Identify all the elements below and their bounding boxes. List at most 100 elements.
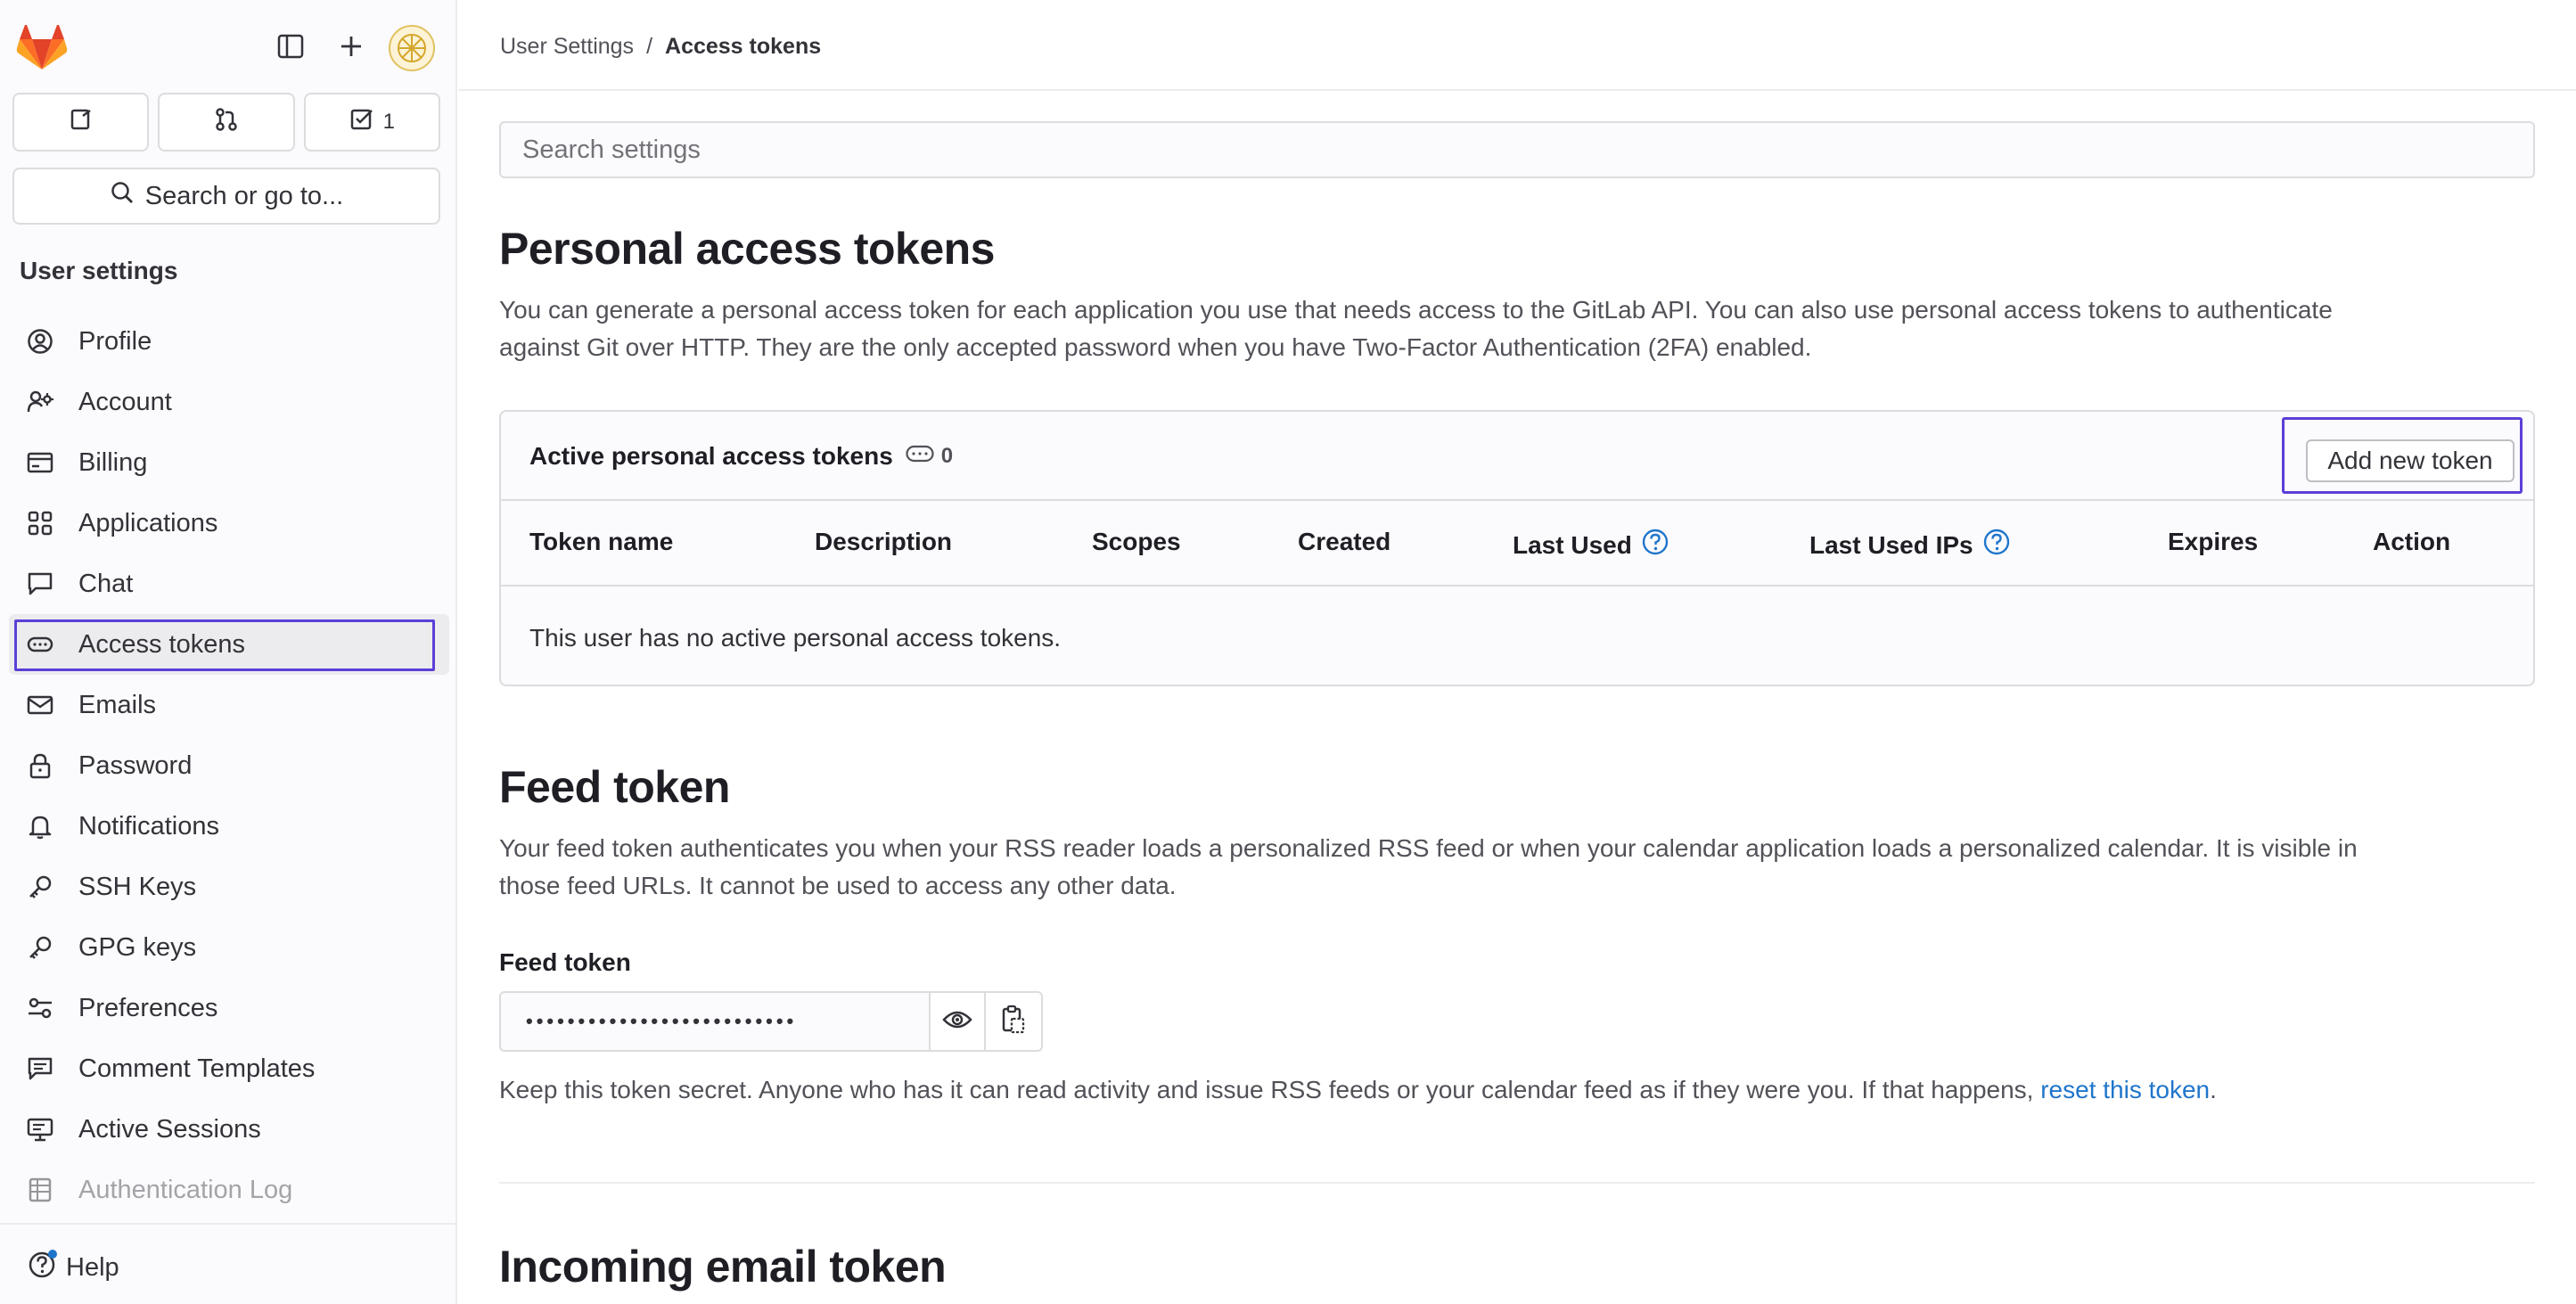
sidebar-item-applications[interactable]: Applications: [9, 493, 449, 554]
sidebar-bottom: Help: [0, 1223, 455, 1304]
sidebar-item-preferences[interactable]: Preferences: [9, 978, 449, 1038]
question-circle-icon[interactable]: [1982, 528, 2011, 562]
breadcrumb: User Settings / Access tokens: [500, 34, 821, 60]
applications-icon: [25, 508, 55, 538]
sidebar-item-profile[interactable]: Profile: [9, 311, 449, 372]
sidebar-item-notifications[interactable]: Notifications: [9, 796, 449, 857]
feed-description: Your feed token authenticates you when y…: [499, 830, 2535, 905]
merge-requests-counter[interactable]: [158, 93, 295, 152]
add-new-token-button[interactable]: Add new token: [2306, 439, 2514, 482]
feed-description-line1: Your feed token authenticates you when y…: [499, 834, 2358, 862]
sidebar-item-label: Preferences: [78, 993, 218, 1022]
chat-icon: [25, 569, 55, 599]
lock-icon: [25, 750, 55, 781]
column-scopes[interactable]: Scopes: [1092, 528, 1181, 556]
incoming-email-token-title: Incoming email token: [499, 1242, 947, 1292]
question-circle-icon[interactable]: [1641, 528, 1669, 562]
avatar[interactable]: [389, 25, 435, 71]
add-new-token-highlight: Add new token: [2282, 417, 2523, 494]
clipboard-icon: [1001, 1005, 1026, 1039]
sidebar-item-chat[interactable]: Chat: [9, 554, 449, 614]
sidebar-item-billing[interactable]: Billing: [9, 432, 449, 493]
empty-state-text: This user has no active personal access …: [529, 624, 1062, 652]
sidebar-counters: 1: [12, 93, 440, 152]
column-created[interactable]: Created: [1298, 528, 1391, 556]
column-token-name[interactable]: Token name: [529, 528, 673, 556]
pat-title: Personal access tokens: [499, 224, 996, 274]
bell-icon: [25, 811, 55, 841]
breadcrumb-current: Access tokens: [665, 34, 822, 59]
feed-token-input[interactable]: ••••••••••••••••••••••••••: [499, 991, 929, 1052]
search-or-go-to-button[interactable]: Search or go to...: [12, 168, 440, 225]
merge-request-icon: [214, 107, 239, 138]
sidebar-item-label: Emails: [78, 690, 157, 719]
sidebar-item-ssh-keys[interactable]: SSH Keys: [9, 857, 449, 917]
sidebar: 1 Search or go to... User settings Profi…: [0, 0, 457, 1304]
search-label: Search or go to...: [144, 181, 344, 210]
sidebar-item-label: Notifications: [78, 811, 219, 841]
table-header-row: Token name Description Scopes Created La…: [501, 501, 2533, 586]
sidebar-item-label: Password: [78, 750, 193, 780]
column-last-used-label: Last Used: [1513, 530, 1632, 559]
sidebar-item-authentication-log[interactable]: Authentication Log: [9, 1160, 449, 1220]
issues-counter[interactable]: [12, 93, 150, 152]
copy-token-button[interactable]: [986, 991, 1043, 1052]
comment-icon: [25, 1054, 55, 1084]
search-settings-input[interactable]: Search settings: [499, 121, 2535, 178]
collapse-sidebar-icon[interactable]: [271, 27, 310, 66]
feed-token-label: Feed token: [499, 948, 631, 976]
search-icon: [110, 180, 135, 212]
sidebar-item-active-sessions[interactable]: Active Sessions: [9, 1099, 449, 1160]
token-count-badge: 0: [906, 444, 953, 469]
profile-icon: [25, 326, 55, 357]
pat-description: You can generate a personal access token…: [499, 291, 2535, 366]
sidebar-item-account[interactable]: Account: [9, 372, 449, 432]
card-header: Active personal access tokens 0 Add new …: [501, 412, 2533, 501]
token-icon: [25, 629, 55, 660]
sidebar-item-label: Chat: [78, 569, 134, 598]
sidebar-item-label: Account: [78, 387, 172, 416]
feed-token-field-group: ••••••••••••••••••••••••••: [499, 991, 1043, 1052]
column-last-used-ips[interactable]: Last Used IPs: [1809, 528, 2011, 562]
feed-help-text: Keep this token secret. Anyone who has i…: [499, 1071, 2535, 1109]
key-icon: [25, 872, 55, 902]
feed-token-title: Feed token: [499, 762, 730, 812]
card-title-text: Active personal access tokens: [529, 442, 893, 470]
column-expires[interactable]: Expires: [2168, 528, 2258, 556]
sidebar-item-label: Access tokens: [78, 629, 245, 659]
sidebar-item-emails[interactable]: Emails: [9, 675, 449, 735]
sidebar-item-password[interactable]: Password: [9, 735, 449, 796]
plus-icon[interactable]: [332, 27, 371, 66]
sidebar-item-label: Comment Templates: [78, 1054, 316, 1083]
token-count: 0: [940, 444, 954, 468]
breadcrumb-parent[interactable]: User Settings: [500, 34, 634, 60]
todos-counter[interactable]: 1: [303, 93, 440, 152]
sidebar-item-access-tokens[interactable]: Access tokens: [9, 614, 449, 675]
sidebar-item-label: Authentication Log: [78, 1175, 293, 1204]
sidebar-item-comment-templates[interactable]: Comment Templates: [9, 1038, 449, 1099]
reset-token-link[interactable]: reset this token: [2040, 1076, 2210, 1103]
sidebar-item-label: Active Sessions: [78, 1114, 261, 1144]
sidebar-item-label: Profile: [78, 326, 152, 356]
column-description[interactable]: Description: [815, 528, 952, 556]
reveal-token-button[interactable]: [929, 991, 986, 1052]
help-button[interactable]: Help: [27, 1248, 119, 1287]
feed-help-suffix: .: [2210, 1076, 2217, 1103]
sidebar-nav: Profile Account Billing Applications Cha…: [9, 311, 449, 1220]
sidebar-item-label: Applications: [78, 508, 218, 537]
card-title: Active personal access tokens 0: [529, 442, 953, 471]
sidebar-item-label: GPG keys: [78, 932, 197, 962]
search-settings-placeholder: Search settings: [522, 135, 701, 164]
eye-icon: [942, 1009, 972, 1035]
sidebar-heading: User settings: [20, 257, 178, 284]
column-action: Action: [2373, 528, 2451, 555]
account-icon: [25, 387, 55, 417]
pat-description-line2: against Git over HTTP. They are the only…: [499, 333, 1812, 361]
breadcrumb-separator: /: [646, 34, 653, 59]
key-icon: [25, 932, 55, 963]
monitor-icon: [25, 1114, 55, 1144]
column-last-used-ips-label: Last Used IPs: [1809, 530, 1973, 559]
gitlab-logo[interactable]: [16, 24, 68, 71]
column-last-used[interactable]: Last Used: [1513, 528, 1669, 562]
sidebar-item-gpg-keys[interactable]: GPG keys: [9, 917, 449, 978]
